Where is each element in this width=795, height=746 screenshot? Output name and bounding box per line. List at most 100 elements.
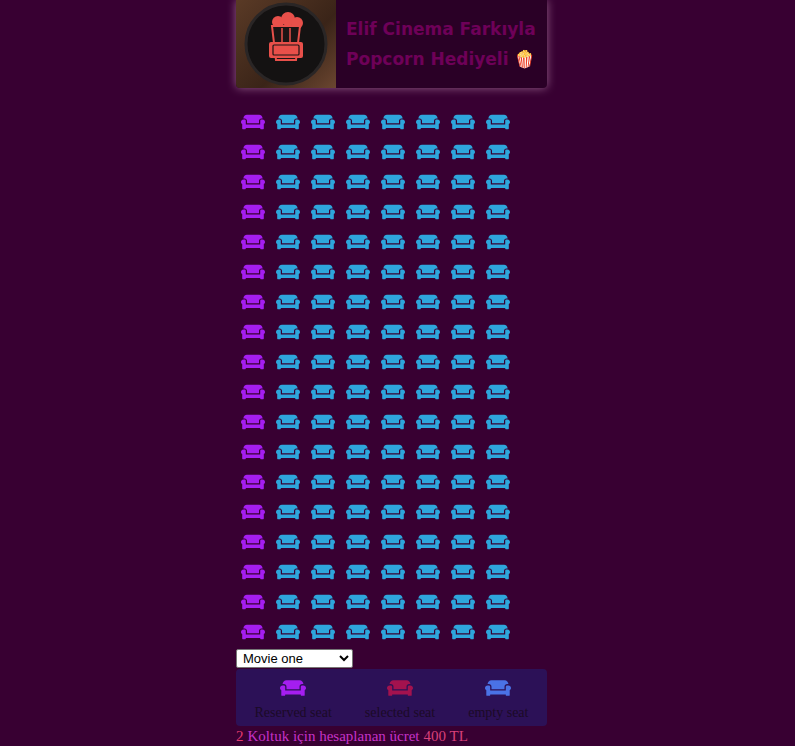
seat[interactable]: [415, 382, 441, 402]
seat[interactable]: [345, 112, 371, 132]
seat[interactable]: [380, 352, 406, 372]
seat[interactable]: [240, 502, 266, 522]
seat[interactable]: [380, 322, 406, 342]
seat[interactable]: [310, 322, 336, 342]
seat[interactable]: [450, 322, 476, 342]
seat[interactable]: [310, 502, 336, 522]
seat[interactable]: [310, 562, 336, 582]
seat[interactable]: [450, 172, 476, 192]
seat[interactable]: [485, 502, 511, 522]
seat[interactable]: [380, 232, 406, 252]
seat[interactable]: [380, 472, 406, 492]
seat[interactable]: [415, 562, 441, 582]
seat[interactable]: [275, 322, 301, 342]
seat[interactable]: [450, 202, 476, 222]
seat[interactable]: [450, 562, 476, 582]
seat[interactable]: [310, 262, 336, 282]
seat[interactable]: [310, 232, 336, 252]
seat[interactable]: [415, 112, 441, 132]
seat[interactable]: [345, 502, 371, 522]
seat[interactable]: [450, 592, 476, 612]
seat[interactable]: [450, 262, 476, 282]
seat[interactable]: [240, 532, 266, 552]
seat[interactable]: [310, 442, 336, 462]
seat[interactable]: [415, 262, 441, 282]
seat[interactable]: [240, 262, 266, 282]
seat[interactable]: [415, 292, 441, 312]
seat[interactable]: [380, 382, 406, 402]
seat[interactable]: [485, 472, 511, 492]
seat[interactable]: [345, 562, 371, 582]
seat[interactable]: [275, 562, 301, 582]
seat[interactable]: [345, 352, 371, 372]
seat[interactable]: [275, 142, 301, 162]
seat[interactable]: [345, 472, 371, 492]
seat[interactable]: [450, 502, 476, 522]
seat[interactable]: [275, 442, 301, 462]
seat[interactable]: [240, 412, 266, 432]
seat[interactable]: [485, 532, 511, 552]
seat[interactable]: [380, 442, 406, 462]
seat[interactable]: [345, 592, 371, 612]
seat[interactable]: [275, 532, 301, 552]
seat[interactable]: [380, 142, 406, 162]
seat[interactable]: [415, 352, 441, 372]
seat[interactable]: [415, 232, 441, 252]
seat[interactable]: [240, 382, 266, 402]
seat[interactable]: [415, 202, 441, 222]
seat[interactable]: [485, 592, 511, 612]
seat[interactable]: [345, 322, 371, 342]
seat[interactable]: [485, 232, 511, 252]
seat[interactable]: [450, 622, 476, 642]
seat[interactable]: [240, 442, 266, 462]
seat[interactable]: [275, 232, 301, 252]
seat[interactable]: [415, 532, 441, 552]
seat[interactable]: [310, 172, 336, 192]
seat[interactable]: [310, 412, 336, 432]
seat[interactable]: [345, 172, 371, 192]
seat[interactable]: [380, 592, 406, 612]
seat[interactable]: [450, 232, 476, 252]
seat[interactable]: [275, 382, 301, 402]
seat[interactable]: [275, 622, 301, 642]
seat[interactable]: [485, 112, 511, 132]
seat[interactable]: [275, 262, 301, 282]
seat[interactable]: [450, 382, 476, 402]
seat[interactable]: [380, 502, 406, 522]
seat[interactable]: [345, 622, 371, 642]
seat[interactable]: [310, 532, 336, 552]
seat[interactable]: [415, 172, 441, 192]
seat[interactable]: [450, 112, 476, 132]
seat[interactable]: [485, 202, 511, 222]
seat[interactable]: [310, 112, 336, 132]
seat[interactable]: [240, 472, 266, 492]
seat[interactable]: [275, 112, 301, 132]
seat[interactable]: [310, 622, 336, 642]
seat[interactable]: [485, 322, 511, 342]
seat[interactable]: [415, 322, 441, 342]
seat[interactable]: [275, 502, 301, 522]
seat[interactable]: [345, 382, 371, 402]
seat[interactable]: [485, 622, 511, 642]
seat[interactable]: [240, 172, 266, 192]
seat[interactable]: [240, 322, 266, 342]
seat[interactable]: [240, 112, 266, 132]
seat[interactable]: [310, 142, 336, 162]
seat[interactable]: [275, 172, 301, 192]
seat[interactable]: [275, 352, 301, 372]
seat[interactable]: [450, 292, 476, 312]
seat[interactable]: [240, 352, 266, 372]
seat[interactable]: [415, 142, 441, 162]
seat[interactable]: [415, 502, 441, 522]
movie-select[interactable]: Movie one: [236, 649, 353, 668]
seat[interactable]: [415, 442, 441, 462]
seat[interactable]: [485, 442, 511, 462]
seat[interactable]: [310, 592, 336, 612]
seat[interactable]: [380, 112, 406, 132]
seat[interactable]: [380, 562, 406, 582]
seat[interactable]: [485, 412, 511, 432]
seat[interactable]: [240, 592, 266, 612]
seat[interactable]: [240, 622, 266, 642]
seat[interactable]: [275, 472, 301, 492]
seat[interactable]: [380, 292, 406, 312]
